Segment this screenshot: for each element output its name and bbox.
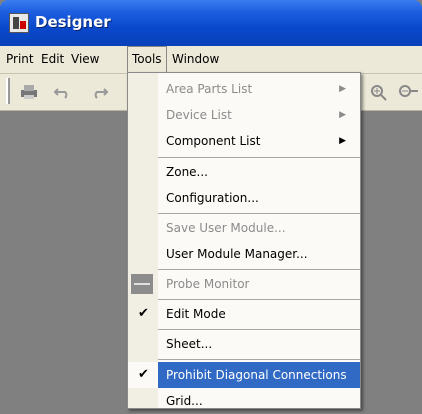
menu-view[interactable]: View — [67, 46, 103, 73]
probe-icon — [131, 274, 153, 294]
menu-item-probe-monitor[interactable]: Probe Monitor — [128, 271, 360, 297]
tools-menu-dropdown: Area Parts List ▶ Device List ▶ Componen… — [127, 72, 361, 409]
toolbar-grip[interactable] — [6, 78, 10, 104]
undo-icon[interactable] — [52, 81, 74, 103]
menu-item-device-list[interactable]: Device List ▶ — [128, 102, 360, 128]
menu-print[interactable]: Print — [2, 46, 38, 73]
menu-item-save-user-module[interactable]: Save User Module... — [128, 215, 360, 241]
check-cell: ✔ — [128, 362, 158, 388]
menu-bar: Print Edit View Tools Window — [0, 46, 422, 74]
menu-separator — [158, 213, 360, 214]
window-title: Designer — [35, 13, 111, 31]
checkmark-icon: ✔ — [138, 306, 149, 321]
menu-item-area-parts-list[interactable]: Area Parts List ▶ — [128, 76, 360, 102]
menu-item-sheet[interactable]: Sheet... — [128, 331, 360, 357]
menu-item-configuration[interactable]: Configuration... — [128, 185, 360, 211]
menu-item-zone[interactable]: Zone... — [128, 159, 360, 185]
menu-separator — [158, 157, 360, 158]
menu-item-grid[interactable]: Grid... — [128, 388, 360, 414]
print-icon[interactable] — [18, 81, 40, 103]
menu-item-user-module-manager[interactable]: User Module Manager... — [128, 241, 360, 267]
menu-separator — [158, 329, 360, 330]
menu-separator — [158, 299, 360, 300]
submenu-arrow-icon: ▶ — [339, 110, 346, 120]
submenu-arrow-icon: ▶ — [339, 136, 346, 146]
submenu-arrow-icon: ▶ — [339, 84, 346, 94]
title-bar: Designer — [0, 0, 422, 46]
menu-separator — [158, 359, 360, 360]
checkmark-icon: ✔ — [138, 367, 149, 382]
menu-edit[interactable]: Edit — [37, 46, 68, 73]
app-icon — [9, 13, 29, 33]
menu-window[interactable]: Window — [168, 46, 223, 73]
redo-icon[interactable] — [88, 81, 110, 103]
zoom-icon[interactable] — [368, 81, 390, 103]
menu-tools[interactable]: Tools — [127, 46, 167, 74]
zoom-out-icon[interactable] — [396, 81, 418, 103]
menu-item-prohibit-diagonal-connections[interactable]: Prohibit Diagonal Connections — [158, 362, 360, 388]
menu-separator — [158, 269, 360, 270]
menu-item-edit-mode[interactable]: ✔ Edit Mode — [128, 301, 360, 327]
menu-item-component-list[interactable]: Component List ▶ — [128, 128, 360, 154]
